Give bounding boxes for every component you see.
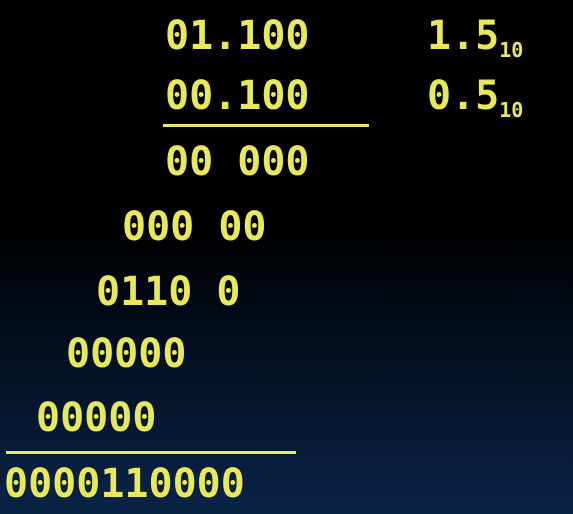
multiplier-decimal-base: 10 — [499, 98, 524, 122]
multiplicand: 01.100 — [165, 13, 310, 59]
multiplicand-decimal-value: 1.5 — [427, 13, 500, 59]
sum-underline — [6, 451, 296, 454]
partial-product-3: 0110 0 — [96, 269, 241, 315]
partial-product-2: 000 00 — [122, 204, 267, 250]
multiplier-decimal: 0.510 — [427, 72, 523, 134]
multiplier: 00.100 — [165, 73, 310, 119]
partial-product-1: 00 000 — [165, 139, 310, 185]
partial-product-4: 00000 — [66, 331, 187, 377]
multiplicand-decimal-base: 10 — [499, 38, 524, 62]
product-result: 0000110000 — [4, 461, 245, 507]
multiplier-underline — [163, 124, 369, 127]
multiplier-decimal-value: 0.5 — [427, 73, 500, 119]
partial-product-5: 00000 — [36, 395, 157, 441]
multiplicand-decimal: 1.510 — [427, 12, 523, 74]
